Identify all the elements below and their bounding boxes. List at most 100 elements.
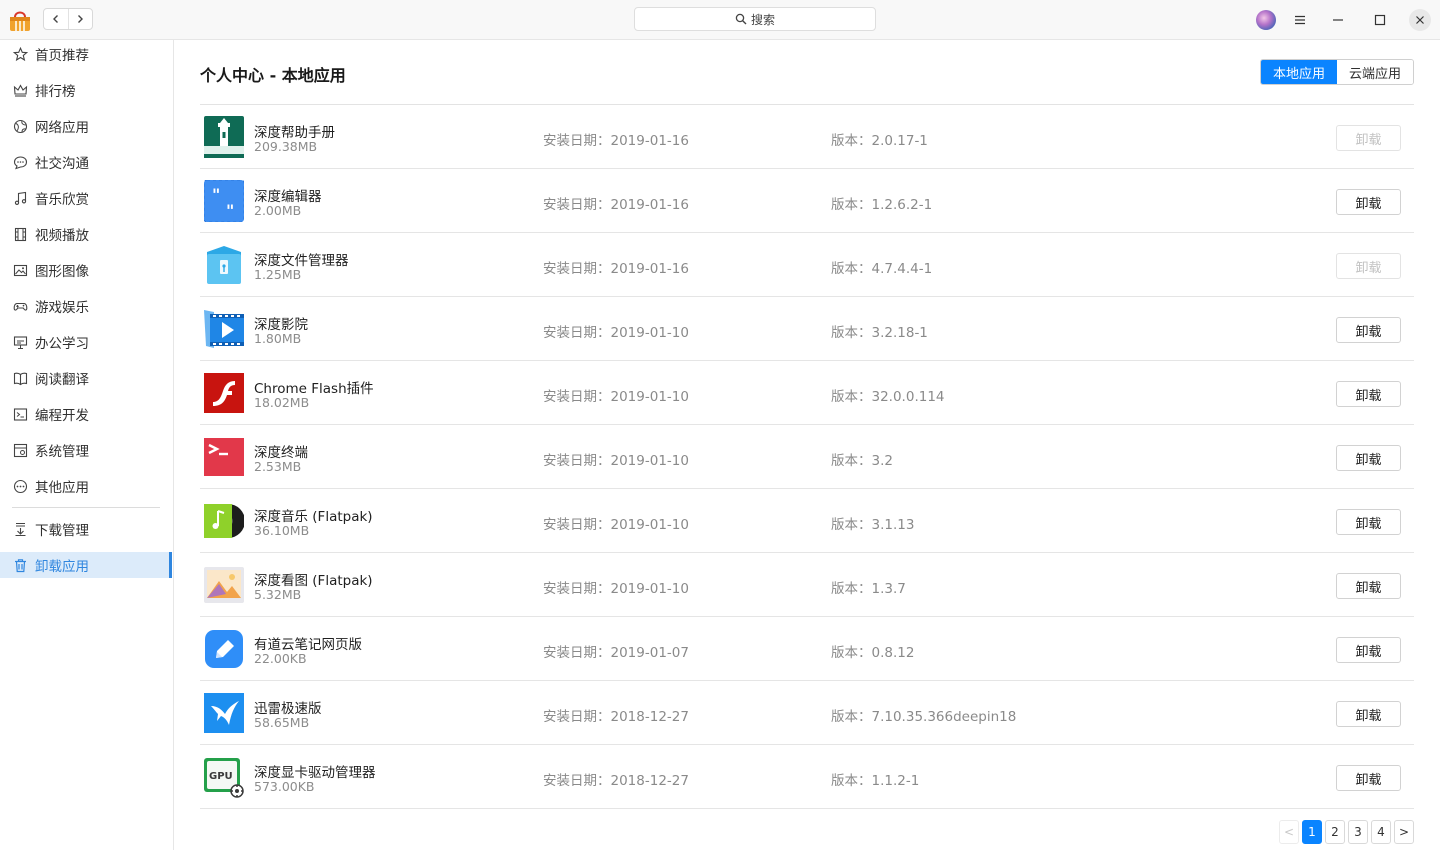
menu-icon xyxy=(1295,15,1305,25)
search-input[interactable]: 搜索 xyxy=(634,7,876,31)
next-page-button[interactable]: > xyxy=(1394,820,1414,844)
uninstall-button[interactable]: 卸载 xyxy=(1336,573,1401,599)
app-size: 18.02MB xyxy=(254,395,310,410)
sidebar-item-other[interactable]: 其他应用 xyxy=(0,473,172,499)
app-name: 有道云笔记网页版 xyxy=(254,637,362,653)
minimize-button[interactable] xyxy=(1327,9,1349,31)
uninstall-button[interactable]: 卸载 xyxy=(1336,189,1401,215)
list-item: 深度看图 (Flatpak) 5.32MB 安装日期：2019-01-10 版本… xyxy=(200,553,1414,617)
app-name: Chrome Flash插件 xyxy=(254,381,374,397)
page-button-2[interactable]: 2 xyxy=(1325,820,1345,844)
sidebar-item-network[interactable]: 网络应用 xyxy=(0,113,172,139)
app-size: 209.38MB xyxy=(254,139,318,154)
download-icon xyxy=(12,521,29,538)
main-content: 个人中心 - 本地应用 本地应用 云端应用 深度帮助手册 209.38MB 安装… xyxy=(174,40,1440,850)
more-icon xyxy=(12,478,29,495)
app-version: 版本：3.1.13 xyxy=(831,517,915,533)
pagination: < 1 2 3 4 > xyxy=(1279,820,1414,844)
sidebar-item-home[interactable]: 首页推荐 xyxy=(0,41,172,67)
sidebar-item-ranking[interactable]: 排行榜 xyxy=(0,77,172,103)
maximize-button[interactable] xyxy=(1369,9,1391,31)
svg-text:": " xyxy=(226,201,234,220)
titlebar: 搜索 xyxy=(0,0,1440,40)
sidebar-item-games[interactable]: 游戏娱乐 xyxy=(0,293,172,319)
app-name: 深度影院 xyxy=(254,317,308,333)
flash-icon xyxy=(204,372,244,414)
sidebar-item-downloads[interactable]: 下载管理 xyxy=(0,516,172,542)
app-name: 深度帮助手册 xyxy=(254,125,335,141)
sidebar-item-label: 办公学习 xyxy=(35,336,89,352)
app-size: 58.65MB xyxy=(254,715,310,730)
close-button[interactable] xyxy=(1409,9,1431,31)
sidebar-item-social[interactable]: 社交沟通 xyxy=(0,149,172,175)
install-date: 安装日期：2019-01-10 xyxy=(543,325,689,341)
sidebar-item-label: 下载管理 xyxy=(35,523,89,539)
forward-icon xyxy=(78,15,84,23)
thunder-icon xyxy=(204,692,244,734)
chat-icon xyxy=(12,154,29,171)
page-button-4[interactable]: 4 xyxy=(1371,820,1391,844)
sidebar-item-music[interactable]: 音乐欣赏 xyxy=(0,185,172,211)
sidebar-divider xyxy=(12,507,160,508)
search-icon xyxy=(735,13,747,25)
uninstall-button[interactable]: 卸载 xyxy=(1336,637,1401,663)
back-button[interactable] xyxy=(44,9,68,29)
sidebar-item-dev[interactable]: 编程开发 xyxy=(0,401,172,427)
gpu-manager-icon: GPU xyxy=(204,756,244,798)
sidebar-item-label: 卸载应用 xyxy=(35,559,89,575)
menu-button[interactable] xyxy=(1289,9,1311,31)
svg-text:GPU: GPU xyxy=(209,771,233,782)
install-date: 安装日期：2019-01-10 xyxy=(543,517,689,533)
tab-local-apps[interactable]: 本地应用 xyxy=(1261,60,1337,84)
file-manager-icon xyxy=(204,244,244,286)
prev-page-button[interactable]: < xyxy=(1279,820,1299,844)
uninstall-button[interactable]: 卸载 xyxy=(1336,445,1401,471)
sidebar-item-uninstall[interactable]: 卸载应用 xyxy=(0,552,172,578)
terminal-icon xyxy=(12,406,29,423)
sidebar-item-label: 阅读翻译 xyxy=(35,372,89,388)
trash-icon xyxy=(12,557,29,574)
music-icon xyxy=(12,190,29,207)
app-version: 版本：2.0.17-1 xyxy=(831,133,928,149)
tab-cloud-apps[interactable]: 云端应用 xyxy=(1337,60,1413,84)
sidebar-item-graphics[interactable]: 图形图像 xyxy=(0,257,172,283)
app-version: 版本：0.8.12 xyxy=(831,645,915,661)
sidebar-item-office[interactable]: 办公学习 xyxy=(0,329,172,355)
star-icon xyxy=(12,46,29,63)
app-name: 深度音乐 (Flatpak) xyxy=(254,509,373,525)
uninstall-button[interactable]: 卸载 xyxy=(1336,381,1401,407)
app-name: 深度看图 (Flatpak) xyxy=(254,573,373,589)
uninstall-button[interactable]: 卸载 xyxy=(1336,509,1401,535)
local-cloud-switch: 本地应用 云端应用 xyxy=(1260,59,1414,85)
close-icon xyxy=(1416,16,1424,24)
list-item: 深度文件管理器 1.25MB 安装日期：2019-01-16 版本：4.7.4.… xyxy=(200,233,1414,297)
uninstall-button[interactable]: 卸载 xyxy=(1336,701,1401,727)
sidebar: 首页推荐 排行榜 网络应用 社交沟通 音乐欣赏 视频播放 图形图像 游戏娱乐 办… xyxy=(0,40,174,850)
app-version: 版本：32.0.0.114 xyxy=(831,389,945,405)
forward-button[interactable] xyxy=(67,9,93,29)
page-title: 个人中心 - 本地应用 xyxy=(200,66,346,85)
uninstall-button[interactable]: 卸载 xyxy=(1336,317,1401,343)
image-icon xyxy=(12,262,29,279)
youdao-note-icon xyxy=(204,628,244,670)
search-placeholder: 搜索 xyxy=(750,12,775,27)
movie-player-icon xyxy=(204,308,244,350)
list-item: 深度帮助手册 209.38MB 安装日期：2019-01-16 版本：2.0.1… xyxy=(200,105,1414,169)
sidebar-item-label: 音乐欣赏 xyxy=(35,192,89,208)
install-date: 安装日期：2019-01-10 xyxy=(543,389,689,405)
sidebar-item-video[interactable]: 视频播放 xyxy=(0,221,172,247)
uninstall-button[interactable]: 卸载 xyxy=(1336,765,1401,791)
install-date: 安装日期：2019-01-16 xyxy=(543,261,689,277)
avatar[interactable] xyxy=(1256,10,1276,30)
app-name: 深度显卡驱动管理器 xyxy=(254,765,376,781)
sidebar-item-system[interactable]: 系统管理 xyxy=(0,437,172,463)
uninstall-button: 卸载 xyxy=(1336,253,1401,279)
install-date: 安装日期：2019-01-10 xyxy=(543,581,689,597)
app-size: 36.10MB xyxy=(254,523,310,538)
list-item: 深度影院 1.80MB 安装日期：2019-01-10 版本：3.2.18-1 … xyxy=(200,297,1414,361)
sidebar-item-reading[interactable]: 阅读翻译 xyxy=(0,365,172,391)
page-button-1[interactable]: 1 xyxy=(1302,820,1322,844)
app-size: 2.00MB xyxy=(254,203,302,218)
page-button-3[interactable]: 3 xyxy=(1348,820,1368,844)
gamepad-icon xyxy=(12,298,29,315)
